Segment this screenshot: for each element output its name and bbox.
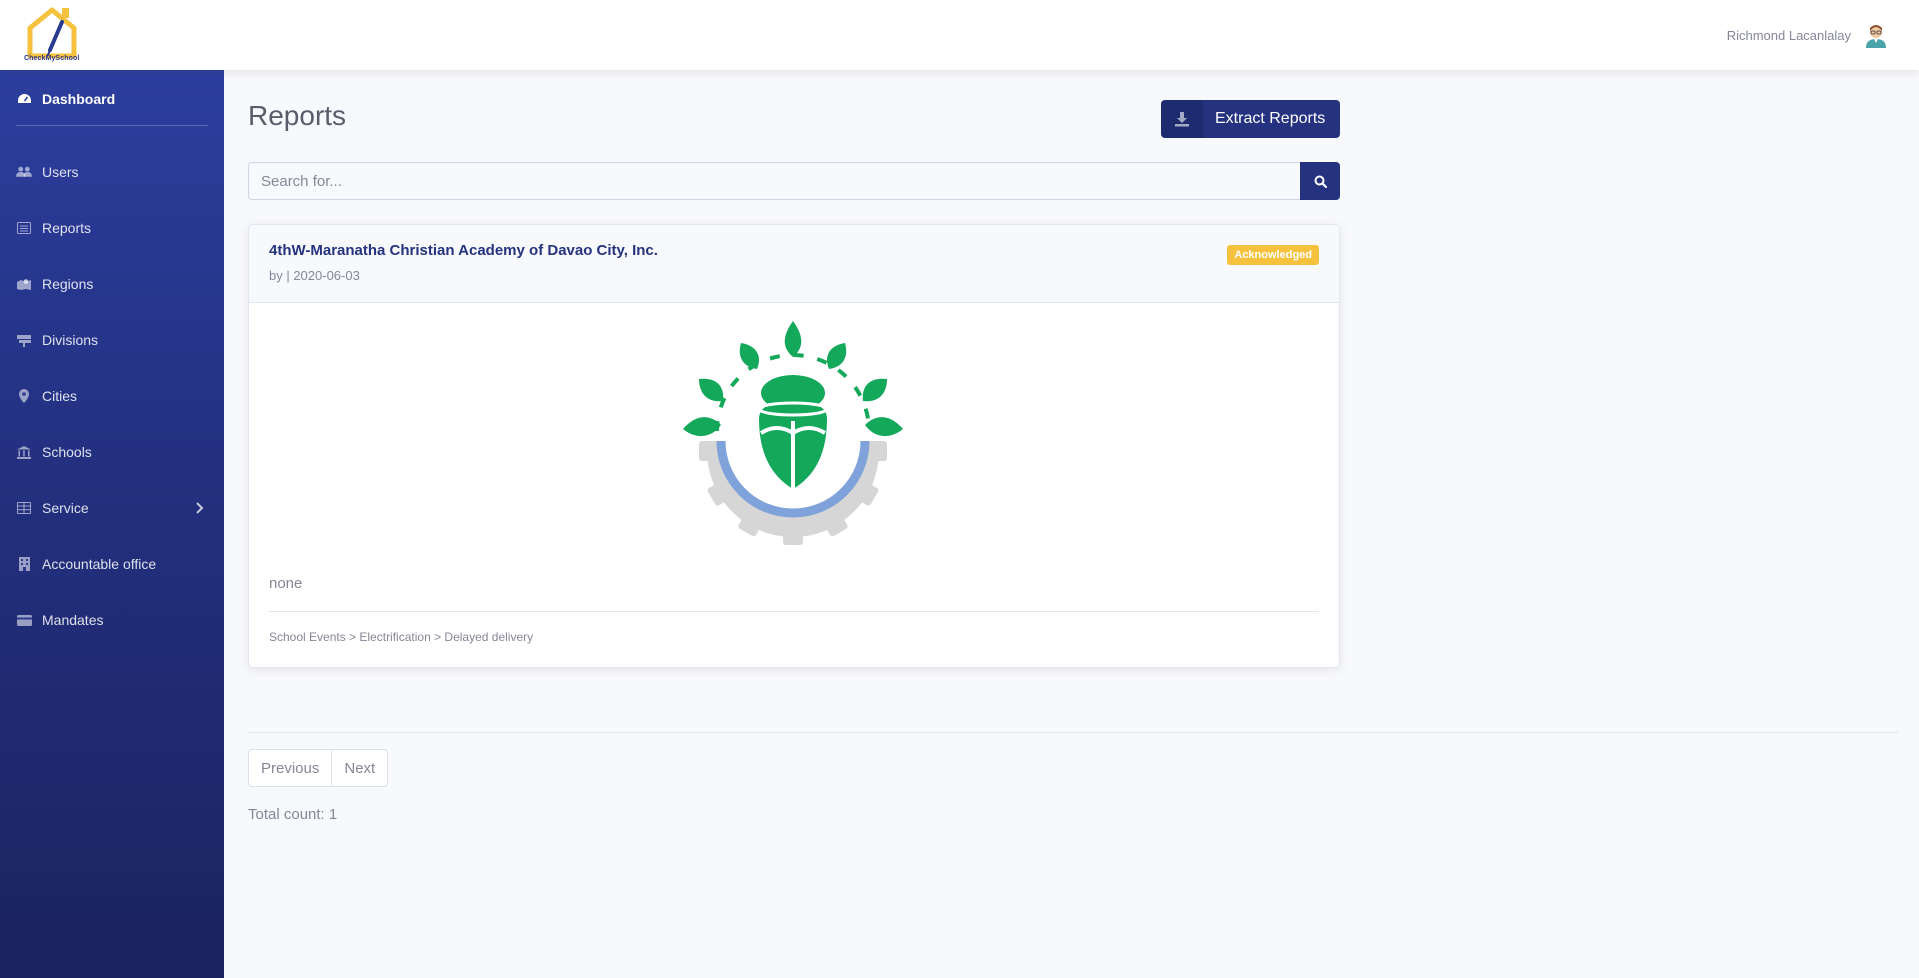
- sidebar-item-accountable-office[interactable]: Accountable office: [16, 553, 156, 575]
- sidebar-item-label: Mandates: [42, 612, 104, 628]
- sidebar-item-label: Divisions: [42, 332, 99, 348]
- sidebar-item-dashboard[interactable]: Dashboard: [16, 88, 115, 110]
- pagination: Previous Next: [248, 749, 389, 787]
- sidebar-item-regions[interactable]: Regions: [16, 273, 93, 295]
- next-page-button[interactable]: Next: [332, 749, 389, 787]
- download-icon: [1161, 100, 1203, 138]
- report-card: 4thW-Maranatha Christian Academy of Dava…: [248, 224, 1340, 668]
- report-school-link[interactable]: 4thW-Maranatha Christian Academy of Dava…: [269, 242, 658, 259]
- extract-reports-label: Extract Reports: [1215, 110, 1326, 127]
- card-divider: [269, 611, 1319, 612]
- sidebar-item-schools[interactable]: Schools: [16, 441, 92, 463]
- sidebar-item-label: Cities: [42, 388, 78, 404]
- users-icon: [16, 165, 32, 179]
- map-icon: [16, 277, 32, 291]
- sidebar-item-label: Users: [42, 164, 79, 180]
- table-icon: [16, 501, 32, 515]
- sidebar-item-label: Accountable office: [42, 556, 157, 572]
- sidebar-item-reports[interactable]: Reports: [16, 217, 91, 239]
- page-title: Reports: [248, 100, 347, 131]
- card-icon: [16, 613, 32, 627]
- sign-icon: [16, 333, 32, 347]
- search-bar: [248, 162, 1340, 200]
- reports-icon: [16, 221, 32, 235]
- sidebar: Dashboard Users Reports Regions Division…: [0, 70, 224, 978]
- sidebar-item-users[interactable]: Users: [16, 161, 79, 183]
- sidebar-item-mandates[interactable]: Mandates: [16, 609, 103, 631]
- sidebar-item-label: Service: [42, 500, 89, 516]
- previous-page-button[interactable]: Previous: [248, 749, 333, 787]
- avatar-icon[interactable]: [1863, 22, 1889, 48]
- sidebar-item-service[interactable]: Service: [16, 497, 89, 519]
- total-count: Total count: 1: [248, 806, 338, 823]
- status-badge: Acknowledged: [1227, 245, 1319, 265]
- report-card-header: 4thW-Maranatha Christian Academy of Dava…: [249, 225, 1339, 303]
- content-divider: [248, 732, 1898, 733]
- sidebar-divider: [16, 125, 208, 126]
- dashboard-icon: [16, 92, 32, 106]
- search-input[interactable]: [248, 162, 1300, 200]
- map-marker-icon: [16, 389, 32, 403]
- report-image[interactable]: [681, 321, 905, 545]
- sidebar-item-label: Reports: [42, 220, 92, 236]
- report-description: none: [269, 575, 303, 592]
- report-byline: by | 2020-06-03: [269, 268, 360, 283]
- sidebar-item-label: Schools: [42, 444, 92, 460]
- logo-text: CheckMySchool: [24, 55, 80, 62]
- user-menu[interactable]: Richmond Lacanlalay: [1727, 22, 1889, 48]
- chevron-right-icon[interactable]: [194, 502, 204, 514]
- extract-reports-button[interactable]: Extract Reports: [1161, 100, 1340, 138]
- category-breadcrumb: School Events > Electrification > Delaye…: [269, 630, 534, 644]
- sidebar-item-label: Regions: [42, 276, 94, 292]
- building-icon: [16, 557, 32, 571]
- search-button[interactable]: [1300, 162, 1340, 200]
- sidebar-item-cities[interactable]: Cities: [16, 385, 77, 407]
- school-icon: [16, 445, 32, 459]
- search-icon: [1314, 175, 1327, 188]
- sidebar-item-divisions[interactable]: Divisions: [16, 329, 98, 351]
- user-name[interactable]: Richmond Lacanlalay: [1727, 28, 1851, 43]
- topbar: CheckMySchool Richmond Lacanlalay: [0, 0, 1919, 70]
- sidebar-item-label: Dashboard: [42, 91, 116, 107]
